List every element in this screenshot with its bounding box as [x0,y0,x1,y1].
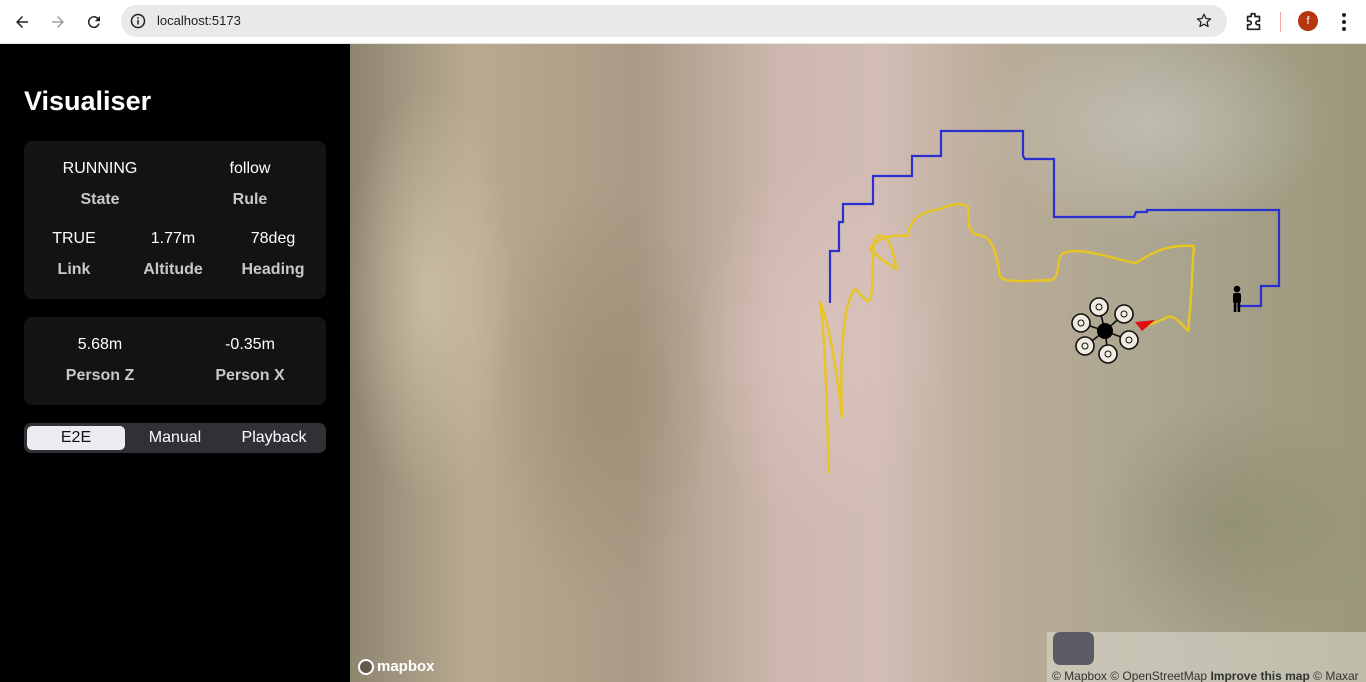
bookmark-star-icon[interactable] [1195,12,1213,30]
forward-button[interactable] [44,8,72,36]
attribution-maxar-link[interactable]: © Maxar [1313,669,1359,682]
toolbar-divider [1280,12,1281,32]
planned-path [828,129,1281,308]
rule-value: follow [229,160,271,177]
sidebar: Visualiser RUNNING State follow Rule TRU… [0,44,350,682]
person-z-stat: 5.68m Person Z [40,336,160,385]
mapbox-logo-icon [358,658,374,675]
reload-icon [87,16,100,29]
drone-icon [1071,297,1139,364]
heading-stat: 78deg Heading [213,230,333,279]
mode-e2e-button[interactable]: E2E [27,426,125,450]
arrow-left-icon [16,16,28,28]
person-x-label: Person X [215,367,285,384]
extensions-icon[interactable] [1243,11,1265,33]
url-text[interactable]: localhost:5173 [157,13,241,28]
mode-manual-button[interactable]: Manual [126,426,224,450]
person-icon [1233,285,1241,312]
improve-map-link[interactable]: Improve this map [1210,669,1309,682]
attribution-toggle-button[interactable] [1053,632,1094,665]
rule-stat: follow Rule [190,160,310,209]
info-icon[interactable] [130,13,146,29]
rule-label: Rule [232,191,268,208]
attribution-control: © Mapbox © OpenStreetMap Improve this ma… [1047,632,1366,682]
mode-selector: E2E Manual Playback [24,423,326,453]
state-label: State [80,191,120,208]
person-x-stat: -0.35m Person X [190,336,310,385]
page-title: Visualiser [24,86,152,116]
heading-marker [1135,320,1155,331]
state-value: RUNNING [62,160,138,177]
back-button[interactable] [8,8,36,36]
map-overlay [818,129,1281,474]
attribution-osm-link[interactable]: © OpenStreetMap [1110,669,1207,682]
mode-playback-button[interactable]: Playback [225,426,323,450]
person-z-label: Person Z [65,367,135,384]
person-x-value: -0.35m [225,336,275,353]
mapbox-logo-text: mapbox [377,658,435,675]
arrow-right-icon [52,16,64,28]
heading-value: 78deg [250,230,296,247]
heading-label: Heading [241,261,305,278]
attribution-mapbox-link[interactable]: © Mapbox [1052,669,1107,682]
mapbox-logo[interactable]: mapbox [358,658,435,675]
reload-button[interactable] [80,8,108,36]
person-z-value: 5.68m [77,336,123,353]
state-stat: RUNNING State [40,160,160,209]
address-bar[interactable]: localhost:5173 [121,5,1227,37]
profile-avatar[interactable]: f [1298,11,1318,31]
person-card: 5.68m Person Z -0.35m Person X [24,317,326,405]
browser-toolbar: localhost:5173 f [0,0,1366,44]
status-card: RUNNING State follow Rule TRUE Link 1.77… [24,141,326,299]
attribution-text: © Mapbox © OpenStreetMap Improve this ma… [1052,669,1359,682]
map-view[interactable]: mapbox © Mapbox © OpenStreetMap Improve … [350,44,1366,682]
more-vert-icon[interactable] [1334,11,1354,33]
